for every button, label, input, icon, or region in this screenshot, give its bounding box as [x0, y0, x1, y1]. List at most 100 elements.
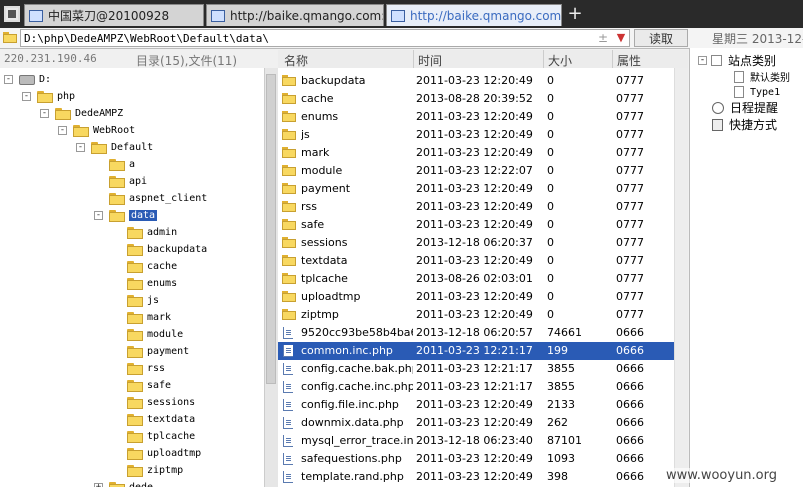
tree-item[interactable]: cache	[112, 258, 177, 275]
tree-item[interactable]: sessions	[112, 394, 195, 411]
tree-item[interactable]: + dede	[94, 479, 153, 487]
collapse-icon[interactable]: -	[4, 75, 13, 84]
file-row[interactable]: payment 2011-03-23 12:20:49 0 0777	[278, 180, 674, 198]
tree-item[interactable]: - DedeAMPZ	[40, 105, 123, 122]
site-panel-item[interactable]: 默认类别	[734, 69, 790, 84]
file-row[interactable]: sessions 2013-12-18 06:20:37 0 0777	[278, 234, 674, 252]
file-attr: 0777	[616, 272, 644, 285]
file-row[interactable]: config.cache.inc.php 2011-03-23 12:21:17 3…	[278, 378, 674, 396]
file-name: 9520cc93be58b4ba6...	[301, 326, 413, 339]
file-row[interactable]: template.rand.php 2011-03-23 12:20:49 398 0…	[278, 468, 674, 486]
file-size: 2133	[547, 398, 575, 411]
file-row[interactable]: cache 2013-08-28 20:39:52 0 0777	[278, 90, 674, 108]
folder-icon	[91, 141, 107, 154]
column-divider[interactable]	[612, 50, 613, 68]
file-time: 2011-03-23 12:20:49	[416, 74, 533, 87]
file-row[interactable]: module 2011-03-23 12:22:07 0 0777	[278, 162, 674, 180]
file-row[interactable]: ziptmp 2011-03-23 12:20:49 0 0777	[278, 306, 674, 324]
column-size[interactable]: 大小	[548, 52, 572, 69]
site-panel-item[interactable]: 日程提醒	[712, 99, 778, 116]
file-attr: 0777	[616, 236, 644, 249]
tree-item[interactable]: enums	[112, 275, 177, 292]
file-row[interactable]: safequestions.php 2011-03-23 12:20:49 1093…	[278, 450, 674, 468]
file-row[interactable]: tplcache 2013-08-26 02:03:01 0 0777	[278, 270, 674, 288]
file-row[interactable]: mark 2011-03-23 12:20:49 0 0777	[278, 144, 674, 162]
chevron-down-icon[interactable]: ▼	[612, 29, 630, 47]
tab-site-2[interactable]: http://baike.qmango.com:808...	[386, 4, 562, 26]
file-time: 2011-03-23 12:20:49	[416, 110, 533, 123]
new-tab-button[interactable]: +	[566, 4, 584, 24]
tree-item[interactable]: - WebRoot	[58, 122, 135, 139]
file-size: 398	[547, 470, 568, 483]
tree-item[interactable]: payment	[112, 343, 189, 360]
expand-icon[interactable]: +	[94, 483, 103, 487]
tree-item[interactable]: rss	[112, 360, 165, 377]
tree-item[interactable]: - Default	[76, 139, 153, 156]
collapse-icon[interactable]: -	[94, 211, 103, 220]
collapse-icon[interactable]: -	[40, 109, 49, 118]
file-row[interactable]: mysql_error_trace.inc 2013-12-18 06:23:40…	[278, 432, 674, 450]
tree-item[interactable]: textdata	[112, 411, 195, 428]
tree-item[interactable]: mark	[112, 309, 171, 326]
file-attr: 0666	[616, 434, 644, 447]
tree-item[interactable]: ziptmp	[112, 462, 183, 479]
file-row[interactable]: backupdata 2011-03-23 12:20:49 0 0777	[278, 72, 674, 90]
file-row[interactable]: rss 2011-03-23 12:20:49 0 0777	[278, 198, 674, 216]
file-row[interactable]: uploadtmp 2011-03-23 12:20:49 0 0777	[278, 288, 674, 306]
tree-item[interactable]: a	[94, 156, 135, 173]
tree-item[interactable]: - data	[94, 207, 158, 224]
tree-scroll-thumb[interactable]	[266, 74, 276, 384]
plusminus-icon[interactable]: ±	[596, 29, 610, 47]
app-icon[interactable]	[4, 6, 20, 22]
tree-item[interactable]: admin	[112, 224, 177, 241]
column-divider[interactable]	[413, 50, 414, 68]
column-divider[interactable]	[543, 50, 544, 68]
file-time: 2013-12-18 06:20:37	[416, 236, 533, 249]
collapse-icon[interactable]: -	[76, 143, 85, 152]
file-attr: 0777	[616, 308, 644, 321]
tree-item[interactable]: api	[94, 173, 147, 190]
file-row[interactable]: config.file.inc.php 2011-03-23 12:20:49 21…	[278, 396, 674, 414]
site-panel-item[interactable]: - 站点类别	[698, 52, 776, 69]
tree-item[interactable]: js	[112, 292, 159, 309]
watermark: www.wooyun.org	[664, 468, 780, 483]
tree-item[interactable]: aspnet_client	[94, 190, 207, 207]
tree-item[interactable]: - D:	[4, 71, 51, 88]
folder-icon	[127, 379, 143, 392]
column-time[interactable]: 时间	[418, 52, 442, 69]
tree-item[interactable]: uploadtmp	[112, 445, 201, 462]
page-icon	[734, 86, 744, 98]
file-row[interactable]: safe 2011-03-23 12:20:49 0 0777	[278, 216, 674, 234]
file-name: cache	[301, 92, 334, 105]
collapse-icon[interactable]: -	[58, 126, 67, 135]
folder-icon	[109, 192, 125, 205]
tab-site-1[interactable]: http://baike.qmango.com:808...	[206, 4, 384, 26]
column-name[interactable]: 名称	[284, 52, 308, 69]
read-button[interactable]: 读取	[634, 29, 688, 47]
tree-item[interactable]: tplcache	[112, 428, 195, 445]
file-row[interactable]: common.inc.php 2011-03-23 12:21:17 199 0666	[278, 342, 674, 360]
file-time: 2011-03-23 12:20:49	[416, 398, 533, 411]
tab-home[interactable]: 中国菜刀@20100928	[24, 4, 204, 26]
column-attr[interactable]: 属性	[617, 52, 641, 69]
tree-item[interactable]: module	[112, 326, 183, 343]
tree-item[interactable]: - php	[22, 88, 75, 105]
path-input[interactable]: D:\php\DedeAMPZ\WebRoot\Default\data\	[20, 29, 630, 47]
file-row[interactable]: 9520cc93be58b4ba6...2013-12-18 06:20:57 7…	[278, 324, 674, 342]
tree-item-label: rss	[147, 363, 166, 374]
file-row[interactable]: js 2011-03-23 12:20:49 0 0777	[278, 126, 674, 144]
file-name: backupdata	[301, 74, 366, 87]
collapse-icon[interactable]: -	[22, 92, 31, 101]
file-row[interactable]: downmix.data.php 2011-03-23 12:20:49 262 06…	[278, 414, 674, 432]
file-size: 1093	[547, 452, 575, 465]
file-row[interactable]: config.cache.bak.php 2011-03-23 12:21:17 3…	[278, 360, 674, 378]
file-row[interactable]: textdata 2011-03-23 12:20:49 0 0777	[278, 252, 674, 270]
tree-item[interactable]: backupdata	[112, 241, 207, 258]
tree-item[interactable]: safe	[112, 377, 171, 394]
file-list-scrollbar[interactable]	[674, 68, 688, 487]
collapse-icon[interactable]: -	[698, 56, 707, 65]
site-panel-item[interactable]: 快捷方式	[712, 116, 777, 133]
file-row[interactable]: enums 2011-03-23 12:20:49 0 0777	[278, 108, 674, 126]
site-panel-item[interactable]: Type1	[734, 86, 780, 98]
file-size: 0	[547, 308, 554, 321]
